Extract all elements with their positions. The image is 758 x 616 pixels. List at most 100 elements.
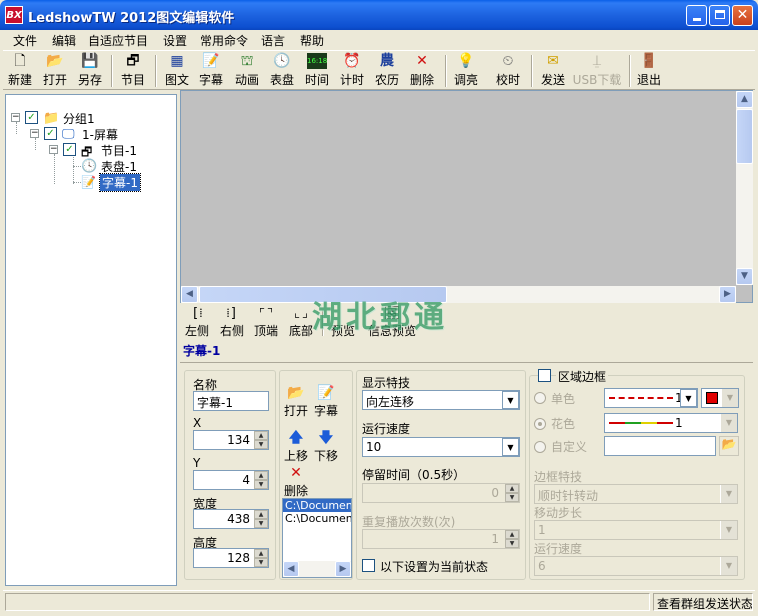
tree-item-group[interactable]: − ✓ 📁 分组1 bbox=[11, 110, 171, 126]
preview-horizontal-scrollbar[interactable]: ◀ ▶ bbox=[181, 286, 736, 303]
delete-button[interactable]: ✕ 删除 bbox=[408, 53, 436, 89]
menu-adaptive-program[interactable]: 自适应节目 bbox=[88, 32, 148, 49]
width-stepper[interactable]: 438 ▲ ▼ bbox=[193, 509, 269, 529]
calibrate-time-button[interactable]: ⏲ 校时 bbox=[494, 53, 522, 89]
preview-vertical-scrollbar[interactable]: ▲ ▼ bbox=[736, 91, 753, 285]
timer-button[interactable]: ⏰ 计时 bbox=[338, 53, 366, 89]
lunar-calendar-button[interactable]: 農农历 bbox=[373, 53, 401, 89]
brightness-button[interactable]: 💡 调亮 bbox=[452, 53, 480, 89]
set-current-checkbox[interactable] bbox=[362, 559, 375, 572]
flower-color-radio[interactable] bbox=[534, 418, 546, 430]
area-border-checkbox[interactable] bbox=[538, 369, 551, 382]
chevron-down-icon[interactable]: ▼ bbox=[720, 414, 737, 432]
stay-time-stepper[interactable]: 0 ▲ ▼ bbox=[362, 483, 520, 503]
animation-button[interactable]: ⛫ 动画 bbox=[232, 53, 262, 89]
chevron-down-icon[interactable]: ▼ bbox=[721, 389, 738, 407]
open-button[interactable]: 📂 打开 bbox=[41, 53, 69, 89]
menu-help[interactable]: 帮助 bbox=[300, 32, 324, 49]
new-button[interactable]: 🗋 新建 bbox=[6, 53, 34, 89]
tree-item-program[interactable]: − ✓ 🗗 节目-1 bbox=[49, 142, 169, 159]
checkbox-checked-icon[interactable]: ✓ bbox=[44, 127, 57, 140]
collapse-icon[interactable]: − bbox=[49, 145, 58, 154]
send-button[interactable]: ✉ 发送 bbox=[539, 53, 567, 89]
menu-common-commands[interactable]: 常用命令 bbox=[200, 32, 248, 49]
move-step-select[interactable]: 1 ▼ bbox=[534, 520, 738, 540]
spin-up-icon[interactable]: ▲ bbox=[505, 530, 519, 539]
image-text-button[interactable]: ▦ 图文 bbox=[163, 53, 191, 89]
scroll-down-icon[interactable]: ▼ bbox=[736, 268, 753, 285]
spin-up-icon[interactable]: ▲ bbox=[505, 484, 519, 493]
checkbox-checked-icon[interactable]: ✓ bbox=[25, 111, 38, 124]
collapse-icon[interactable]: − bbox=[11, 113, 20, 122]
move-up-button[interactable]: 🡅 上移 bbox=[283, 429, 309, 464]
chevron-down-icon[interactable]: ▼ bbox=[720, 485, 737, 503]
spin-down-icon[interactable]: ▼ bbox=[505, 493, 519, 502]
spin-up-icon[interactable]: ▲ bbox=[254, 549, 268, 558]
collapse-icon[interactable]: − bbox=[30, 129, 39, 138]
align-right-button[interactable]: ⁞] 右侧 bbox=[219, 306, 245, 339]
save-as-button[interactable]: 💾 另存 bbox=[76, 53, 104, 89]
color-picker-select[interactable]: ▼ bbox=[701, 388, 739, 408]
display-effect-select[interactable]: 向左连移 ▼ bbox=[362, 390, 520, 410]
maximize-button[interactable] bbox=[709, 5, 730, 26]
speed-select[interactable]: 10 ▼ bbox=[362, 437, 520, 457]
delete-file-button[interactable]: ✕ 删除 bbox=[283, 464, 309, 499]
border-effect-select[interactable]: 顺时针转动 ▼ bbox=[534, 484, 738, 504]
spin-down-icon[interactable]: ▼ bbox=[254, 440, 268, 449]
spin-down-icon[interactable]: ▼ bbox=[254, 558, 268, 567]
list-item[interactable]: C:\Documents bbox=[283, 512, 351, 525]
spin-up-icon[interactable]: ▲ bbox=[254, 471, 268, 480]
single-color-border-select[interactable]: 1 ▼ bbox=[604, 388, 698, 408]
custom-radio[interactable] bbox=[534, 441, 546, 453]
menu-edit[interactable]: 编辑 bbox=[52, 32, 76, 49]
open-file-button[interactable]: 📂 打开 bbox=[283, 384, 309, 419]
chevron-down-icon[interactable]: ▼ bbox=[502, 438, 519, 456]
group-send-status[interactable]: 查看群组发送状态 bbox=[653, 593, 753, 611]
usb-download-button[interactable]: ⍊ USB下载 bbox=[572, 53, 622, 89]
align-bottom-button[interactable]: ⌞⌟ 底部 bbox=[288, 306, 314, 339]
title-bar[interactable]: BX LedshowTW 2012图文编辑软件 ✕ bbox=[0, 0, 758, 30]
scroll-up-icon[interactable]: ▲ bbox=[736, 91, 753, 108]
run-speed-select[interactable]: 6 ▼ bbox=[534, 556, 738, 576]
chevron-down-icon[interactable]: ▼ bbox=[502, 391, 519, 409]
spin-up-icon[interactable]: ▲ bbox=[254, 431, 268, 440]
tree-item-screen[interactable]: − ✓ 🖵 1-屏幕 bbox=[30, 126, 170, 142]
single-color-radio[interactable] bbox=[534, 392, 546, 404]
menu-file[interactable]: 文件 bbox=[13, 32, 37, 49]
height-stepper[interactable]: 128 ▲ ▼ bbox=[193, 548, 269, 568]
flower-color-border-select[interactable]: 1 ▼ bbox=[604, 413, 738, 433]
close-button[interactable]: ✕ bbox=[732, 5, 753, 26]
subtitle-edit-button[interactable]: 📝 字幕 bbox=[313, 384, 339, 419]
scroll-left-icon[interactable]: ◀ bbox=[283, 561, 299, 577]
move-down-button[interactable]: 🡇 下移 bbox=[313, 429, 339, 464]
exit-button[interactable]: 🚪 退出 bbox=[635, 53, 663, 89]
browse-folder-button[interactable]: 📂 bbox=[719, 436, 739, 456]
scroll-thumb[interactable] bbox=[736, 109, 753, 164]
checkbox-checked-icon[interactable]: ✓ bbox=[63, 143, 76, 156]
spin-up-icon[interactable]: ▲ bbox=[254, 510, 268, 519]
menu-settings[interactable]: 设置 bbox=[163, 32, 187, 49]
align-top-button[interactable]: ⌜⌝ 顶端 bbox=[253, 306, 279, 339]
spin-down-icon[interactable]: ▼ bbox=[254, 480, 268, 489]
scroll-right-icon[interactable]: ▶ bbox=[719, 286, 736, 303]
custom-border-field[interactable] bbox=[604, 436, 716, 456]
subtitle-button[interactable]: 📝 字幕 bbox=[197, 53, 225, 89]
list-horizontal-scrollbar[interactable]: ◀ ▶ bbox=[283, 561, 351, 577]
spin-down-icon[interactable]: ▼ bbox=[254, 519, 268, 528]
x-stepper[interactable]: 134 ▲ ▼ bbox=[193, 430, 269, 450]
list-item[interactable]: C:\Documents bbox=[283, 499, 351, 512]
tree-item-clock[interactable]: 🕓 表盘-1 bbox=[81, 158, 171, 174]
program-tree[interactable]: − ✓ 📁 分组1 − ✓ 🖵 1-屏幕 − ✓ 🗗 节目-1 🕓 表盘-1 📝… bbox=[5, 94, 177, 586]
name-field[interactable]: 字幕-1 bbox=[193, 391, 269, 411]
chevron-down-icon[interactable]: ▼ bbox=[680, 389, 697, 407]
tree-item-subtitle[interactable]: 📝 字幕-1 bbox=[81, 173, 171, 192]
align-left-button[interactable]: [⁞ 左侧 bbox=[184, 306, 210, 339]
chevron-down-icon[interactable]: ▼ bbox=[720, 521, 737, 539]
y-stepper[interactable]: 4 ▲ ▼ bbox=[193, 470, 269, 490]
file-list[interactable]: C:\Documents C:\Documents ◀ ▶ bbox=[282, 498, 352, 578]
led-preview-canvas[interactable] bbox=[180, 90, 753, 303]
scroll-left-icon[interactable]: ◀ bbox=[181, 286, 198, 303]
chevron-down-icon[interactable]: ▼ bbox=[720, 557, 737, 575]
minimize-button[interactable] bbox=[686, 5, 707, 26]
spin-down-icon[interactable]: ▼ bbox=[505, 539, 519, 548]
